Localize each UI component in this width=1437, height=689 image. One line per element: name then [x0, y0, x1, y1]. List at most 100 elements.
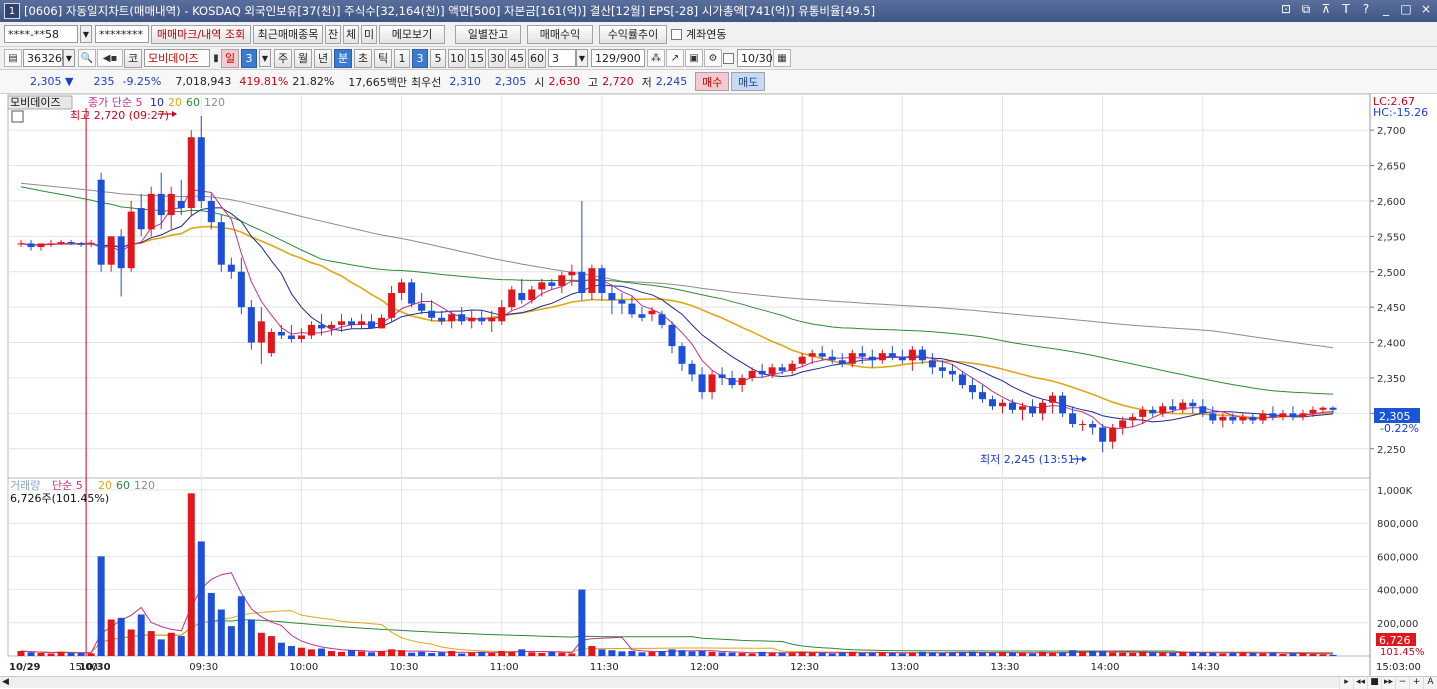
minimize-icon[interactable]: _ — [1379, 2, 1393, 17]
period-minute-button[interactable]: 분 — [334, 48, 352, 68]
account-link-checkbox[interactable] — [671, 28, 682, 40]
interval-15-button[interactable]: 15 — [468, 48, 486, 68]
nav-last-icon[interactable]: ▸▸ — [1381, 677, 1395, 689]
sound-icon[interactable]: ◀▪ — [97, 49, 123, 67]
window-number-badge[interactable]: 1 — [4, 3, 20, 19]
candle-body — [998, 402, 1006, 407]
nav-stop-icon[interactable]: ■ — [1367, 677, 1381, 689]
nav-first-icon[interactable]: ◂◂ — [1353, 677, 1367, 689]
high-price: 2,720 — [602, 75, 634, 88]
stock-code-dropdown-icon[interactable]: ▼ — [63, 49, 75, 67]
link-icon[interactable]: ⊡ — [1279, 2, 1293, 17]
count-value: 129 — [595, 51, 616, 65]
date-checkbox[interactable] — [723, 52, 734, 64]
nav-play-icon[interactable]: ▸ — [1339, 677, 1353, 689]
recent-trades-button[interactable]: 최근매매종목 — [253, 24, 323, 44]
stock-name-field[interactable]: 모비데이즈 — [144, 49, 210, 67]
period-month-button[interactable]: 월 — [294, 48, 312, 68]
candle-body — [1239, 416, 1247, 421]
zoom-out-icon[interactable]: − — [1395, 677, 1409, 689]
volume-bar — [1049, 652, 1057, 656]
interval-3-button[interactable]: 3 — [412, 48, 428, 68]
account-dropdown-icon[interactable]: ▼ — [80, 25, 92, 43]
period-week-button[interactable]: 주 — [274, 48, 292, 68]
volume-bar — [528, 652, 536, 656]
volume-bar — [538, 653, 546, 656]
candle-body — [1329, 407, 1337, 410]
trade-mark-query-button[interactable]: 매매마크/내역 조회 — [151, 24, 251, 44]
volume-bar — [87, 653, 95, 656]
volume-bar — [287, 646, 295, 656]
buy-button[interactable]: 매수 — [695, 72, 730, 91]
memo-view-button[interactable]: 메모보기 — [379, 24, 445, 44]
interval-1-button[interactable]: 1 — [394, 48, 410, 68]
volume-bar — [177, 636, 185, 656]
volume-bar — [708, 651, 716, 656]
search-icon[interactable]: 🔍 — [78, 49, 96, 67]
interval-5-button[interactable]: 5 — [430, 48, 446, 68]
unfilled-button[interactable]: 미 — [361, 24, 377, 44]
interval-60-button[interactable]: 60 — [528, 48, 546, 68]
interval-10-button[interactable]: 10 — [448, 48, 466, 68]
volume-tick-label: 600,000 — [1377, 552, 1418, 563]
price-legend-ma: 종가 단순 5 — [88, 96, 142, 109]
close-icon[interactable]: × — [1419, 2, 1433, 17]
candle-body — [868, 356, 876, 361]
zoom-in-icon[interactable]: + — [1409, 677, 1423, 689]
settings-icon[interactable]: ⚙ — [704, 49, 722, 67]
period-day-n-button[interactable]: 3 — [241, 48, 257, 68]
stock-code-input[interactable]: 363260 — [23, 49, 69, 67]
period-day-dropdown-icon[interactable]: ▼ — [259, 49, 271, 67]
layout-icon[interactable]: ▤ — [4, 49, 22, 67]
execution-button[interactable]: 체 — [343, 24, 359, 44]
time-tick-label: 10/29 — [9, 662, 41, 673]
interval-30-button[interactable]: 30 — [488, 48, 506, 68]
ask-price: 2,310 — [449, 75, 481, 88]
return-trend-button[interactable]: 수익률추이 — [599, 24, 667, 44]
low-price: 2,245 — [655, 75, 688, 88]
date-input[interactable]: 10/30 — [737, 49, 773, 67]
calendar-icon[interactable]: ▦ — [773, 49, 791, 67]
font-size-icon[interactable]: A — [1423, 677, 1437, 689]
horizontal-scrollbar[interactable]: ◀ ▸ ◂◂ ■ ▸▸ − + A — [0, 676, 1437, 689]
candle-body — [1099, 427, 1107, 442]
balance-button[interactable]: 잔 — [325, 24, 341, 44]
volume-bar — [788, 652, 796, 656]
candle-body — [1079, 423, 1087, 425]
interval-dropdown-icon[interactable]: ▼ — [576, 49, 588, 67]
count-field[interactable]: 129/900 — [591, 49, 645, 67]
save-icon[interactable]: ▣ — [685, 49, 703, 67]
period-day-button[interactable]: 일 — [221, 48, 239, 68]
scroll-left-icon[interactable]: ◀ — [2, 677, 9, 687]
help-icon[interactable]: ? — [1359, 2, 1373, 17]
indicator-icon[interactable]: ⁂ — [647, 49, 665, 67]
candle-body — [578, 271, 586, 293]
volume-bar — [247, 619, 255, 656]
font-icon[interactable]: T — [1339, 2, 1353, 17]
trend-icon[interactable]: ↗ — [666, 49, 684, 67]
password-input[interactable]: ******** — [95, 25, 149, 43]
volume-bar — [1119, 652, 1127, 656]
account-input[interactable]: ****-**58 — [4, 25, 78, 43]
candlestick-chart[interactable]: 2,2502,3002,3502,4002,4502,5002,5502,600… — [0, 93, 1437, 676]
daily-balance-button[interactable]: 일별잔고 — [455, 24, 521, 44]
interval-input[interactable]: 3 — [548, 49, 576, 67]
candle-body — [538, 282, 546, 290]
chart-area[interactable]: 2,2502,3002,3502,4002,4502,5002,5502,600… — [0, 93, 1437, 676]
sell-button[interactable]: 매도 — [731, 72, 766, 91]
volume-bar — [628, 651, 636, 656]
volume-bar — [117, 617, 125, 656]
trade-profit-button[interactable]: 매매수익 — [527, 24, 593, 44]
candle-body — [1089, 423, 1097, 428]
candle-body — [788, 363, 796, 371]
maximize-icon[interactable]: □ — [1399, 2, 1413, 17]
period-year-button[interactable]: 년 — [314, 48, 332, 68]
copy-window-icon[interactable]: ⧉ — [1299, 2, 1313, 17]
time-tick-label: 15:03:00 — [1376, 662, 1421, 673]
pin-icon[interactable]: ⊼ — [1319, 2, 1333, 17]
candle-body — [1229, 416, 1237, 421]
period-tick-button[interactable]: 틱 — [374, 48, 392, 68]
data-table-icon[interactable] — [11, 110, 24, 123]
interval-45-button[interactable]: 45 — [508, 48, 526, 68]
period-second-button[interactable]: 초 — [354, 48, 372, 68]
